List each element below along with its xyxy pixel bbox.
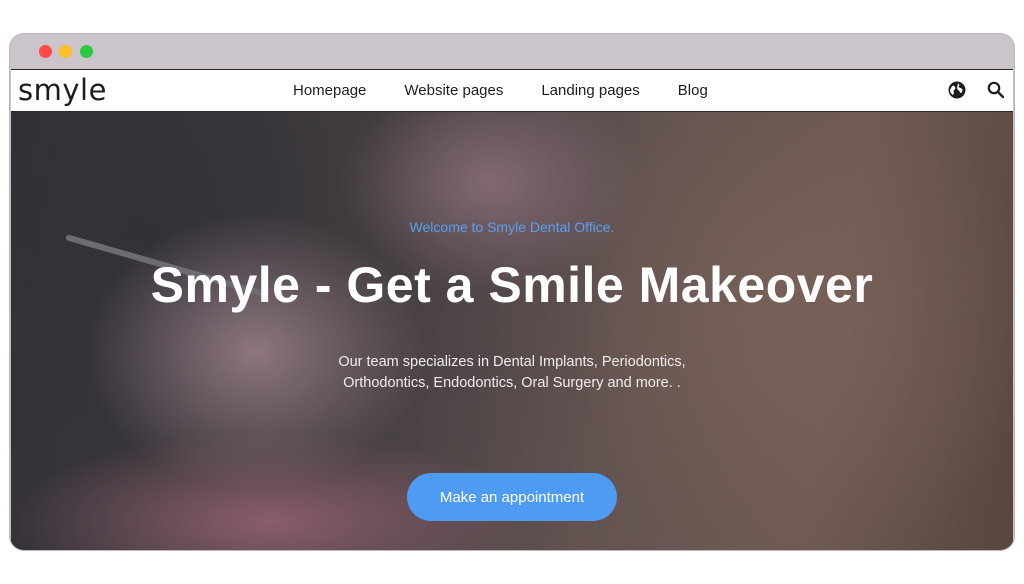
hero-subtitle: Our team specializes in Dental Implants,…: [11, 352, 1013, 394]
main-nav: Homepage Website pages Landing pages Blo…: [293, 70, 746, 111]
nav-link-blog[interactable]: Blog: [678, 82, 708, 99]
close-window-button[interactable]: [39, 45, 52, 58]
search-icon[interactable]: [986, 80, 1006, 100]
hero-title: Smyle - Get a Smile Makeover: [150, 257, 874, 313]
minimize-window-button[interactable]: [59, 45, 72, 58]
make-appointment-button[interactable]: Make an appointment: [407, 473, 617, 521]
globe-icon[interactable]: [947, 80, 967, 100]
browser-window: smyle Homepage Website pages Landing pag…: [10, 34, 1014, 550]
nav-link-homepage[interactable]: Homepage: [293, 82, 366, 99]
site-navbar: smyle Homepage Website pages Landing pag…: [11, 69, 1013, 112]
nav-link-website-pages[interactable]: Website pages: [404, 82, 503, 99]
hero-eyebrow: Welcome to Smyle Dental Office.: [409, 219, 615, 235]
window-titlebar: [10, 34, 1014, 68]
hero-section: Welcome to Smyle Dental Office. Smyle - …: [11, 112, 1013, 550]
nav-link-landing-pages[interactable]: Landing pages: [541, 82, 639, 99]
hero-subtitle-line: Our team specializes in Dental Implants,…: [338, 354, 686, 370]
maximize-window-button[interactable]: [80, 45, 93, 58]
hero-subtitle-line: Orthodontics, Endodontics, Oral Surgery …: [343, 375, 681, 391]
site-logo[interactable]: smyle: [18, 73, 107, 107]
